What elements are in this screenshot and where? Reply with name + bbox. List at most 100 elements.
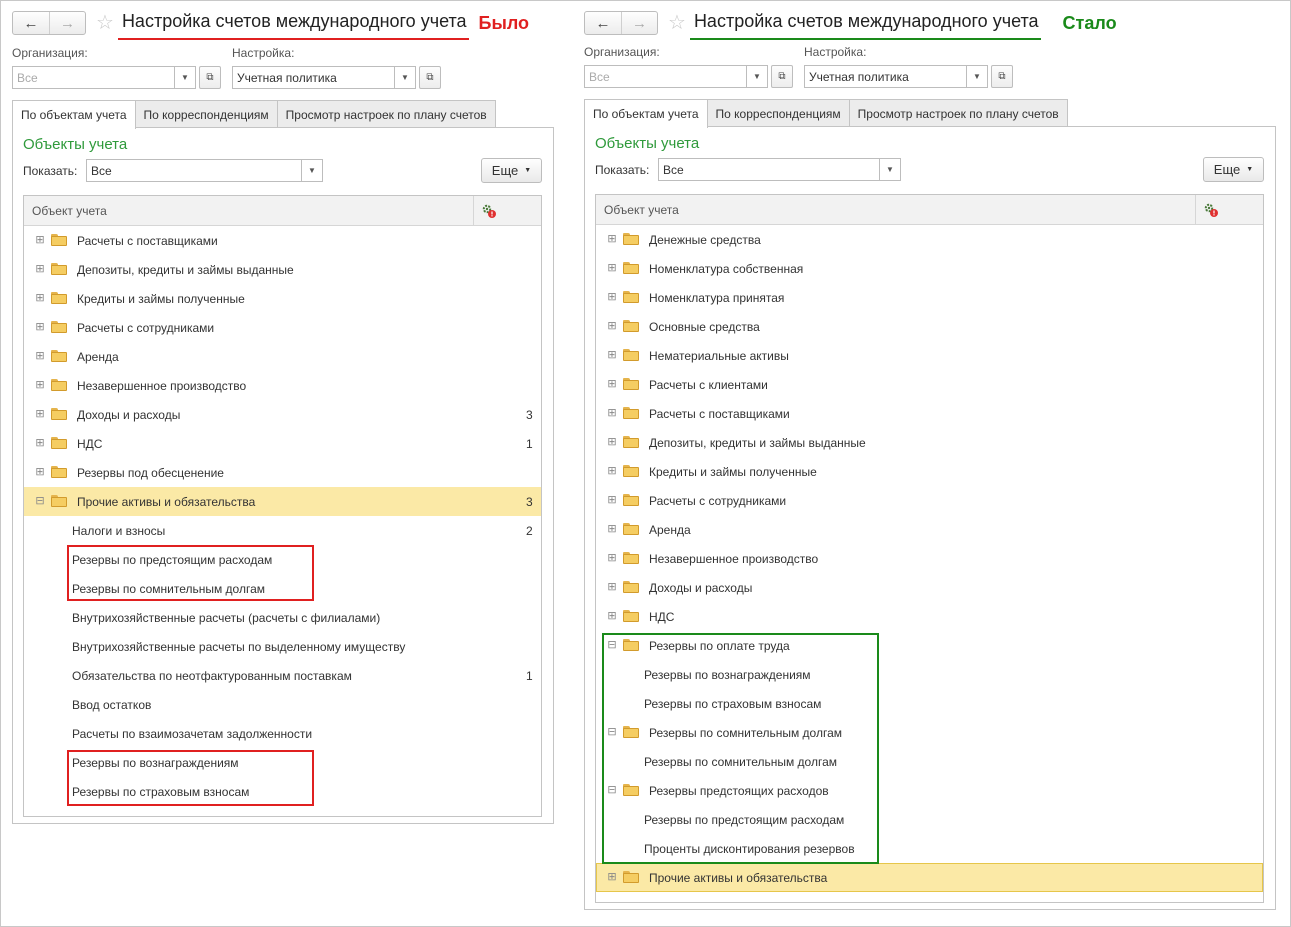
- expand-plus-icon[interactable]: ⊞: [607, 437, 617, 448]
- collapse-minus-icon[interactable]: ⊟: [607, 785, 617, 796]
- table-row[interactable]: ⊟ Резервы предстоящих расходов: [596, 776, 1263, 805]
- table-row[interactable]: Резервы по вознаграждениям: [596, 660, 1263, 689]
- table-row[interactable]: ⊞ НДС 1: [24, 429, 541, 458]
- table-row[interactable]: ⊞ Доходы и расходы 3: [24, 400, 541, 429]
- table-row[interactable]: ⊞ Номенклатура принятая: [596, 283, 1263, 312]
- table-row[interactable]: Резервы по вознаграждениям: [24, 748, 541, 777]
- dropdown-arrow-icon[interactable]: ▼: [301, 159, 323, 182]
- forward-arrow-icon[interactable]: →: [49, 12, 85, 34]
- table-row[interactable]: ⊞ Депозиты, кредиты и займы выданные: [596, 428, 1263, 457]
- settings-gear-icon[interactable]: [473, 196, 503, 225]
- open-form-icon[interactable]: ⧉: [991, 65, 1013, 88]
- collapse-minus-icon[interactable]: ⊟: [607, 640, 617, 651]
- table-row[interactable]: ⊞ Расчеты с клиентами: [596, 370, 1263, 399]
- show-filter-input[interactable]: Все: [86, 159, 301, 182]
- table-row[interactable]: Внутрихозяйственные расчеты (расчеты с ф…: [24, 603, 541, 632]
- table-row[interactable]: ⊞ Расчеты с сотрудниками: [596, 486, 1263, 515]
- expand-plus-icon[interactable]: ⊞: [607, 350, 617, 361]
- expand-plus-icon[interactable]: ⊞: [607, 872, 617, 883]
- expand-plus-icon[interactable]: ⊞: [607, 379, 617, 390]
- expand-plus-icon[interactable]: ⊞: [607, 263, 617, 274]
- expand-plus-icon[interactable]: ⊞: [35, 409, 45, 420]
- expand-plus-icon[interactable]: ⊞: [35, 235, 45, 246]
- org-input[interactable]: Все: [584, 65, 746, 88]
- dropdown-arrow-icon[interactable]: ▼: [966, 65, 988, 88]
- collapse-minus-icon[interactable]: ⊟: [607, 727, 617, 738]
- table-row[interactable]: ⊞ Номенклатура собственная: [596, 254, 1263, 283]
- setting-input[interactable]: Учетная политика: [804, 65, 966, 88]
- back-arrow-icon[interactable]: ←: [13, 12, 49, 34]
- table-row[interactable]: Резервы по страховым взносам: [24, 777, 541, 806]
- expand-plus-icon[interactable]: ⊞: [35, 438, 45, 449]
- column-header[interactable]: Объект учета: [596, 203, 679, 217]
- table-row[interactable]: ⊞ Доходы и расходы: [596, 573, 1263, 602]
- table-row[interactable]: ⊞ Незавершенное производство: [24, 371, 541, 400]
- table-row[interactable]: Ввод остатков: [24, 690, 541, 719]
- table-row[interactable]: ⊞ Аренда: [596, 515, 1263, 544]
- open-form-icon[interactable]: ⧉: [419, 66, 441, 89]
- dropdown-arrow-icon[interactable]: ▼: [174, 66, 196, 89]
- settings-gear-icon[interactable]: [1195, 195, 1225, 224]
- table-row[interactable]: ⊞ Резервы под обесценение: [24, 458, 541, 487]
- expand-plus-icon[interactable]: ⊞: [607, 495, 617, 506]
- expand-plus-icon[interactable]: ⊞: [607, 582, 617, 593]
- collapse-minus-icon[interactable]: ⊟: [35, 496, 45, 507]
- table-row[interactable]: ⊞ Расчеты с сотрудниками: [24, 313, 541, 342]
- table-row[interactable]: Проценты дисконтирования резервов: [596, 834, 1263, 863]
- table-row[interactable]: ⊞ Денежные средства: [596, 225, 1263, 254]
- table-row[interactable]: ⊞ Прочие активы и обязательства: [596, 863, 1263, 892]
- expand-plus-icon[interactable]: ⊞: [607, 524, 617, 535]
- open-form-icon[interactable]: ⧉: [199, 66, 221, 89]
- expand-plus-icon[interactable]: ⊞: [607, 321, 617, 332]
- table-row[interactable]: ⊞ Аренда: [24, 342, 541, 371]
- star-icon[interactable]: ☆: [96, 13, 114, 33]
- tab-view-chart[interactable]: Просмотр настроек по плану счетов: [276, 100, 496, 128]
- table-row[interactable]: Расчеты по взаимозачетам задолженности: [24, 719, 541, 748]
- tab-by-correspondence[interactable]: По корреспонденциям: [134, 100, 278, 128]
- table-row[interactable]: ⊟ Прочие активы и обязательства 3: [24, 487, 541, 516]
- expand-plus-icon[interactable]: ⊞: [35, 322, 45, 333]
- back-arrow-icon[interactable]: ←: [585, 12, 621, 34]
- expand-plus-icon[interactable]: ⊞: [607, 611, 617, 622]
- star-icon[interactable]: ☆: [668, 13, 686, 33]
- table-row[interactable]: Резервы по сомнительным долгам: [596, 747, 1263, 776]
- table-row[interactable]: Внутрихозяйственные расчеты по выделенно…: [24, 632, 541, 661]
- expand-plus-icon[interactable]: ⊞: [607, 292, 617, 303]
- more-button[interactable]: Еще ▼: [1203, 157, 1264, 182]
- show-filter-input[interactable]: Все: [658, 158, 879, 181]
- org-input[interactable]: Все: [12, 66, 174, 89]
- expand-plus-icon[interactable]: ⊞: [607, 553, 617, 564]
- expand-plus-icon[interactable]: ⊞: [35, 293, 45, 304]
- forward-arrow-icon[interactable]: →: [621, 12, 657, 34]
- dropdown-arrow-icon[interactable]: ▼: [879, 158, 901, 181]
- expand-plus-icon[interactable]: ⊞: [607, 466, 617, 477]
- table-row[interactable]: ⊞ НДС: [596, 602, 1263, 631]
- setting-input[interactable]: Учетная политика: [232, 66, 394, 89]
- table-row[interactable]: Обязательства по неотфактурованным поста…: [24, 661, 541, 690]
- table-row[interactable]: ⊞ Кредиты и займы полученные: [596, 457, 1263, 486]
- table-row[interactable]: ⊟ Резервы по оплате труда: [596, 631, 1263, 660]
- expand-plus-icon[interactable]: ⊞: [35, 351, 45, 362]
- table-row[interactable]: Резервы по предстоящим расходам: [596, 805, 1263, 834]
- open-form-icon[interactable]: ⧉: [771, 65, 793, 88]
- table-row[interactable]: ⊞ Расчеты с поставщиками: [24, 226, 541, 255]
- table-row[interactable]: ⊞ Кредиты и займы полученные: [24, 284, 541, 313]
- dropdown-arrow-icon[interactable]: ▼: [394, 66, 416, 89]
- tab-by-correspondence[interactable]: По корреспонденциям: [706, 99, 850, 127]
- table-row[interactable]: ⊞ Депозиты, кредиты и займы выданные: [24, 255, 541, 284]
- tab-by-objects[interactable]: По объектам учета: [584, 99, 708, 128]
- table-row[interactable]: ⊞ Нематериальные активы: [596, 341, 1263, 370]
- tab-view-chart[interactable]: Просмотр настроек по плану счетов: [848, 99, 1068, 127]
- table-row[interactable]: ⊞ Основные средства: [596, 312, 1263, 341]
- table-row[interactable]: ⊞ Незавершенное производство: [596, 544, 1263, 573]
- expand-plus-icon[interactable]: ⊞: [607, 408, 617, 419]
- table-row[interactable]: Резервы по предстоящим расходам: [24, 545, 541, 574]
- dropdown-arrow-icon[interactable]: ▼: [746, 65, 768, 88]
- expand-plus-icon[interactable]: ⊞: [35, 467, 45, 478]
- table-row[interactable]: ⊟ Резервы по сомнительным долгам: [596, 718, 1263, 747]
- table-row[interactable]: Резервы по сомнительным долгам: [24, 574, 541, 603]
- table-row[interactable]: ⊞ Расчеты с поставщиками: [596, 399, 1263, 428]
- expand-plus-icon[interactable]: ⊞: [35, 264, 45, 275]
- column-header[interactable]: Объект учета: [24, 204, 107, 218]
- table-row[interactable]: Налоги и взносы 2: [24, 516, 541, 545]
